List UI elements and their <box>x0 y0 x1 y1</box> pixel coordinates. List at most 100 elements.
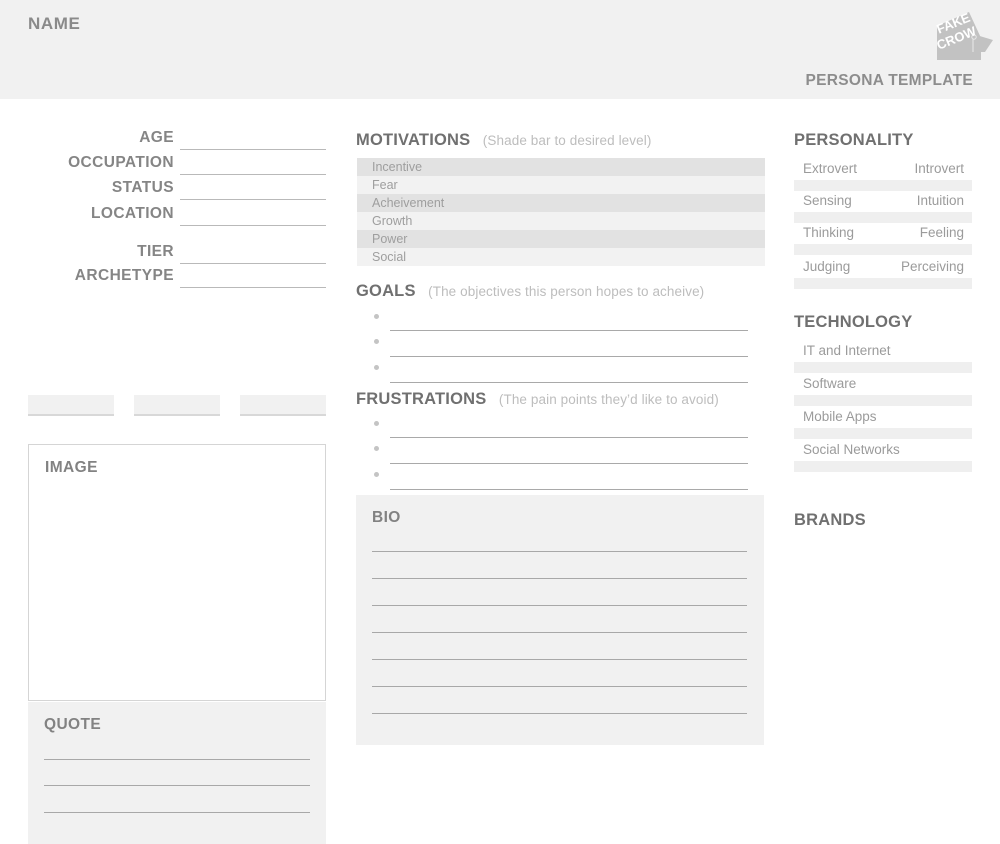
field-line-location[interactable] <box>180 225 326 226</box>
quote-box-heading: QUOTE <box>44 716 102 733</box>
technology-label: Mobile Apps <box>803 409 877 424</box>
frustration-bullet-1 <box>374 421 379 426</box>
frustration-line-3[interactable] <box>390 489 748 490</box>
quote-line-3[interactable] <box>44 812 310 813</box>
field-age[interactable]: AGE <box>0 129 326 154</box>
technology-item-it-and-internet: IT and Internet <box>794 342 972 373</box>
personality-pair-extrovert-introvert: Extrovert Introvert <box>794 160 972 191</box>
motivation-row[interactable]: Incentive <box>357 158 765 176</box>
field-label-status: STATUS <box>111 179 174 196</box>
brands-title: BRANDS <box>794 511 866 529</box>
motivation-row[interactable]: Acheivement <box>357 194 765 212</box>
field-label-age: AGE <box>139 129 174 146</box>
frustrations-title: FRUSTRATIONS <box>356 390 487 408</box>
frustration-line-2[interactable] <box>390 463 748 464</box>
personality-pair-thinking-feeling: Thinking Feeling <box>794 224 972 255</box>
field-location[interactable]: LOCATION <box>0 205 326 230</box>
motivations-header: MOTIVATIONS (Shade bar to desired level) <box>356 131 651 150</box>
bio-line-6[interactable] <box>372 686 747 687</box>
personality-slider-bar[interactable] <box>794 180 972 191</box>
bio-line-1[interactable] <box>372 551 747 552</box>
goal-bullet-1 <box>374 314 379 319</box>
goal-line-2[interactable] <box>390 356 748 357</box>
technology-label: Social Networks <box>803 442 900 457</box>
goal-line-3[interactable] <box>390 382 748 383</box>
motivation-row[interactable]: Growth <box>357 212 765 230</box>
personality-label-left: Judging <box>803 259 851 274</box>
technology-title: TECHNOLOGY <box>794 313 913 331</box>
personality-pair-judging-perceiving: Judging Perceiving <box>794 258 972 289</box>
persona-template-title: PERSONA TEMPLATE <box>805 72 973 89</box>
bio-line-7[interactable] <box>372 713 747 714</box>
personality-pair-sensing-intuition: Sensing Intuition <box>794 192 972 223</box>
field-label-location: LOCATION <box>91 205 174 222</box>
image-placeholder-box[interactable]: IMAGE <box>28 444 326 701</box>
right-column: PERSONALITY Extrovert Introvert Sensing … <box>794 99 1000 745</box>
image-box-heading: IMAGE <box>45 459 98 476</box>
personality-label-right: Introvert <box>914 161 964 176</box>
field-archetype[interactable]: ARCHETYPE <box>0 267 326 292</box>
field-line-age[interactable] <box>180 149 326 150</box>
technology-label: Software <box>803 376 857 391</box>
motivation-row[interactable]: Social <box>357 248 765 266</box>
technology-slider-bar[interactable] <box>794 461 972 472</box>
field-label-tier: TIER <box>137 243 174 260</box>
motivations-hint: (Shade bar to desired level) <box>482 133 652 148</box>
personality-slider-bar[interactable] <box>794 278 972 289</box>
personality-slider-bar[interactable] <box>794 212 972 223</box>
frustration-bullet-2 <box>374 446 379 451</box>
technology-slider-bar[interactable] <box>794 395 972 406</box>
tag-box-3[interactable] <box>240 395 326 416</box>
goal-bullet-2 <box>374 339 379 344</box>
personality-title: PERSONALITY <box>794 131 914 149</box>
personality-label-right: Feeling <box>919 225 964 240</box>
page-header: NAME FAKE CROW PERSONA TEMPLATE <box>0 0 1000 99</box>
technology-label: IT and Internet <box>803 343 891 358</box>
quote-box[interactable]: QUOTE <box>28 702 326 844</box>
field-line-archetype[interactable] <box>180 287 326 288</box>
frustration-line-1[interactable] <box>390 437 748 438</box>
frustrations-header: FRUSTRATIONS (The pain points they’d lik… <box>356 390 719 409</box>
technology-slider-bar[interactable] <box>794 362 972 373</box>
bio-line-3[interactable] <box>372 605 747 606</box>
field-line-occupation[interactable] <box>180 174 326 175</box>
field-label-archetype: ARCHETYPE <box>74 267 174 284</box>
technology-slider-bar[interactable] <box>794 428 972 439</box>
motivation-row[interactable]: Power <box>357 230 765 248</box>
frustrations-hint: (The pain points they’d like to avoid) <box>498 392 719 407</box>
personality-label-left: Extrovert <box>803 161 858 176</box>
technology-item-mobile-apps: Mobile Apps <box>794 408 972 439</box>
personality-label-right: Perceiving <box>900 259 964 274</box>
motivation-row[interactable]: Fear <box>357 176 765 194</box>
motivations-list: Incentive Fear Acheivement Growth Power … <box>357 158 765 266</box>
motivations-title: MOTIVATIONS <box>356 131 471 149</box>
tag-box-1[interactable] <box>28 395 114 416</box>
field-status[interactable]: STATUS <box>0 179 326 204</box>
goals-header: GOALS (The objectives this person hopes … <box>356 282 704 301</box>
bio-line-2[interactable] <box>372 578 747 579</box>
personality-label-left: Thinking <box>803 225 855 240</box>
bio-line-5[interactable] <box>372 659 747 660</box>
center-column: MOTIVATIONS (Shade bar to desired level)… <box>356 99 768 745</box>
personality-slider-bar[interactable] <box>794 244 972 255</box>
personality-label-right: Intuition <box>916 193 964 208</box>
goals-hint: (The objectives this person hopes to ach… <box>428 284 705 299</box>
goal-line-1[interactable] <box>390 330 748 331</box>
field-line-tier[interactable] <box>180 263 326 264</box>
tag-box-2[interactable] <box>134 395 220 416</box>
field-occupation[interactable]: OCCUPATION <box>0 154 326 179</box>
frustrations-lines <box>356 417 756 495</box>
personality-label-left: Sensing <box>803 193 852 208</box>
goals-lines <box>356 310 756 388</box>
bio-box[interactable]: BIO <box>356 495 764 745</box>
technology-item-social-networks: Social Networks <box>794 441 972 472</box>
field-tier[interactable]: TIER <box>0 243 326 268</box>
quote-line-1[interactable] <box>44 759 310 760</box>
frustration-bullet-3 <box>374 472 379 477</box>
quote-line-2[interactable] <box>44 785 310 786</box>
field-line-status[interactable] <box>180 199 326 200</box>
fakecrow-logo-icon: FAKE CROW <box>934 10 993 60</box>
bio-line-4[interactable] <box>372 632 747 633</box>
bio-box-heading: BIO <box>372 509 401 526</box>
goals-title: GOALS <box>356 282 416 300</box>
